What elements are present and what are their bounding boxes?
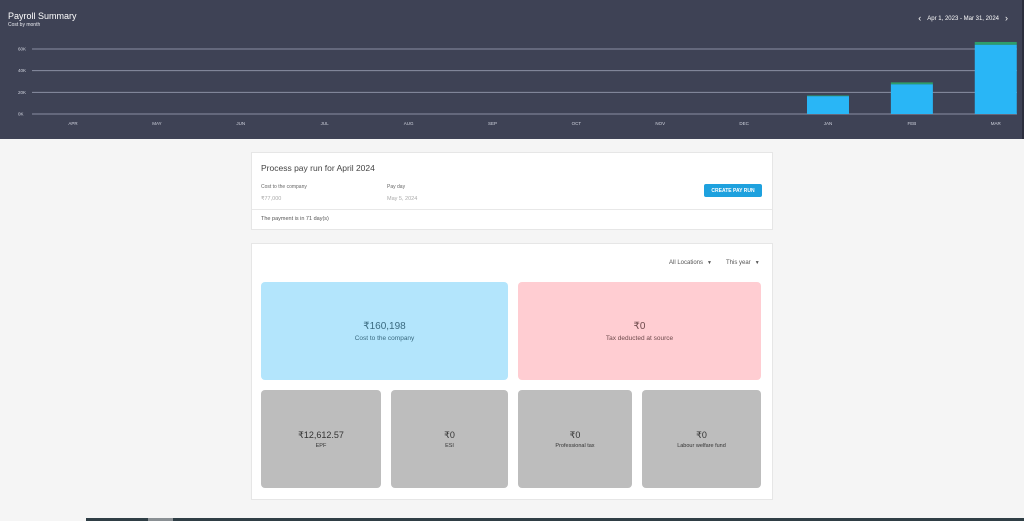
chevron-left-icon[interactable]: ‹ <box>918 14 921 23</box>
x-tick-label: MAR <box>991 121 1002 126</box>
x-tick-label: OCT <box>572 121 582 126</box>
location-filter[interactable]: All Locations ▼ <box>669 260 712 266</box>
x-tick-label: JUL <box>321 121 329 126</box>
date-range-selector: ‹ Apr 1, 2023 - Mar 31, 2024 › <box>918 14 1008 23</box>
esi-tile: ₹0 ESI <box>391 390 508 488</box>
tile-label: Labour welfare fund <box>677 442 726 449</box>
payroll-summary-panel: All Locations ▼ This year ▼ ₹160,198 Cos… <box>251 243 773 500</box>
payroll-chart-panel: 0K 20K 40K 60K APR MAY JUN JUL AUG SEP OCT NOV DEC JA… <box>0 0 1024 139</box>
x-tick-label: NOV <box>655 121 665 126</box>
cost-to-company-value: ₹77,000 <box>261 196 282 202</box>
tile-label: Cost to the company <box>354 334 415 342</box>
tile-label: Tax deducted at source <box>605 334 674 342</box>
y-tick-label: 40K <box>18 68 26 73</box>
labour-welfare-fund-tile: ₹0 Labour welfare fund <box>642 390 761 488</box>
tile-label: ESI <box>445 442 454 449</box>
y-tick-label: 0K <box>18 112 24 117</box>
epf-tile: ₹12,612.57 EPF <box>261 390 381 488</box>
pay-run-title: Process pay run for April 2024 <box>261 163 375 173</box>
bar-primary <box>806 96 849 114</box>
x-tick-label: AUG <box>404 121 414 126</box>
tile-value: ₹0 <box>444 429 455 440</box>
chart-subtitle: Cost by month <box>8 22 41 28</box>
divider <box>252 209 772 210</box>
x-tick-label: SEP <box>488 121 497 126</box>
tax-deducted-tile: ₹0 Tax deducted at source <box>518 282 761 380</box>
x-tick-label: JUN <box>236 121 245 126</box>
professional-tax-tile: ₹0 Professional tax <box>518 390 632 488</box>
bar-cap <box>974 41 1017 45</box>
x-tick-label: JAN <box>824 121 833 126</box>
tile-value: ₹0 <box>569 429 581 440</box>
chevron-right-icon[interactable]: › <box>1005 14 1008 23</box>
caret-down-icon: ▼ <box>707 260 712 266</box>
period-filter-label: This year <box>726 260 751 266</box>
cost-by-month-chart: 0K 20K 40K 60K APR MAY JUN JUL AUG SEP OCT NOV DEC JA… <box>18 41 1017 126</box>
caret-down-icon: ▼ <box>754 260 760 266</box>
chart-title: Payroll Summary <box>8 11 77 21</box>
payroll-dashboard: 0K 20K 40K 60K APR MAY JUN JUL AUG SEP OCT NOV DEC JA… <box>0 0 1024 521</box>
tile-value: ₹12,612.57 <box>298 429 344 440</box>
x-tick-label: MAY <box>152 121 161 126</box>
pay-day-label: Pay day <box>387 184 406 190</box>
tile-value: ₹0 <box>633 320 646 332</box>
cost-to-company-tile: ₹160,198 Cost to the company <box>261 282 508 380</box>
location-filter-label: All Locations <box>669 260 704 266</box>
bar-primary <box>890 84 933 114</box>
cost-to-company-label: Cost to the company <box>261 184 307 190</box>
bar-primary <box>974 44 1017 114</box>
x-tick-label: FEB <box>907 121 916 126</box>
period-filter[interactable]: This year ▼ <box>726 260 760 266</box>
tile-value: ₹160,198 <box>363 320 406 332</box>
tile-label: Professional tax <box>555 442 595 449</box>
pay-day-value: May 5, 2024 <box>387 196 418 202</box>
y-tick-label: 20K <box>18 90 26 95</box>
x-tick-label: APR <box>68 121 78 126</box>
tile-label: EPF <box>315 442 327 449</box>
bar-cap <box>806 95 849 97</box>
y-tick-label: 60K <box>18 47 26 52</box>
x-tick-label: DEC <box>739 121 749 126</box>
tile-value: ₹0 <box>696 429 707 440</box>
date-range-label: Apr 1, 2023 - Mar 31, 2024 <box>927 15 999 22</box>
bar-cap <box>890 82 933 85</box>
payment-due-text: The payment is in 71 day(s) <box>261 216 329 222</box>
process-pay-run-card: Process pay run for April 2024 Cost to t… <box>251 152 773 230</box>
create-pay-run-button[interactable]: CREATE PAY RUN <box>704 184 762 197</box>
